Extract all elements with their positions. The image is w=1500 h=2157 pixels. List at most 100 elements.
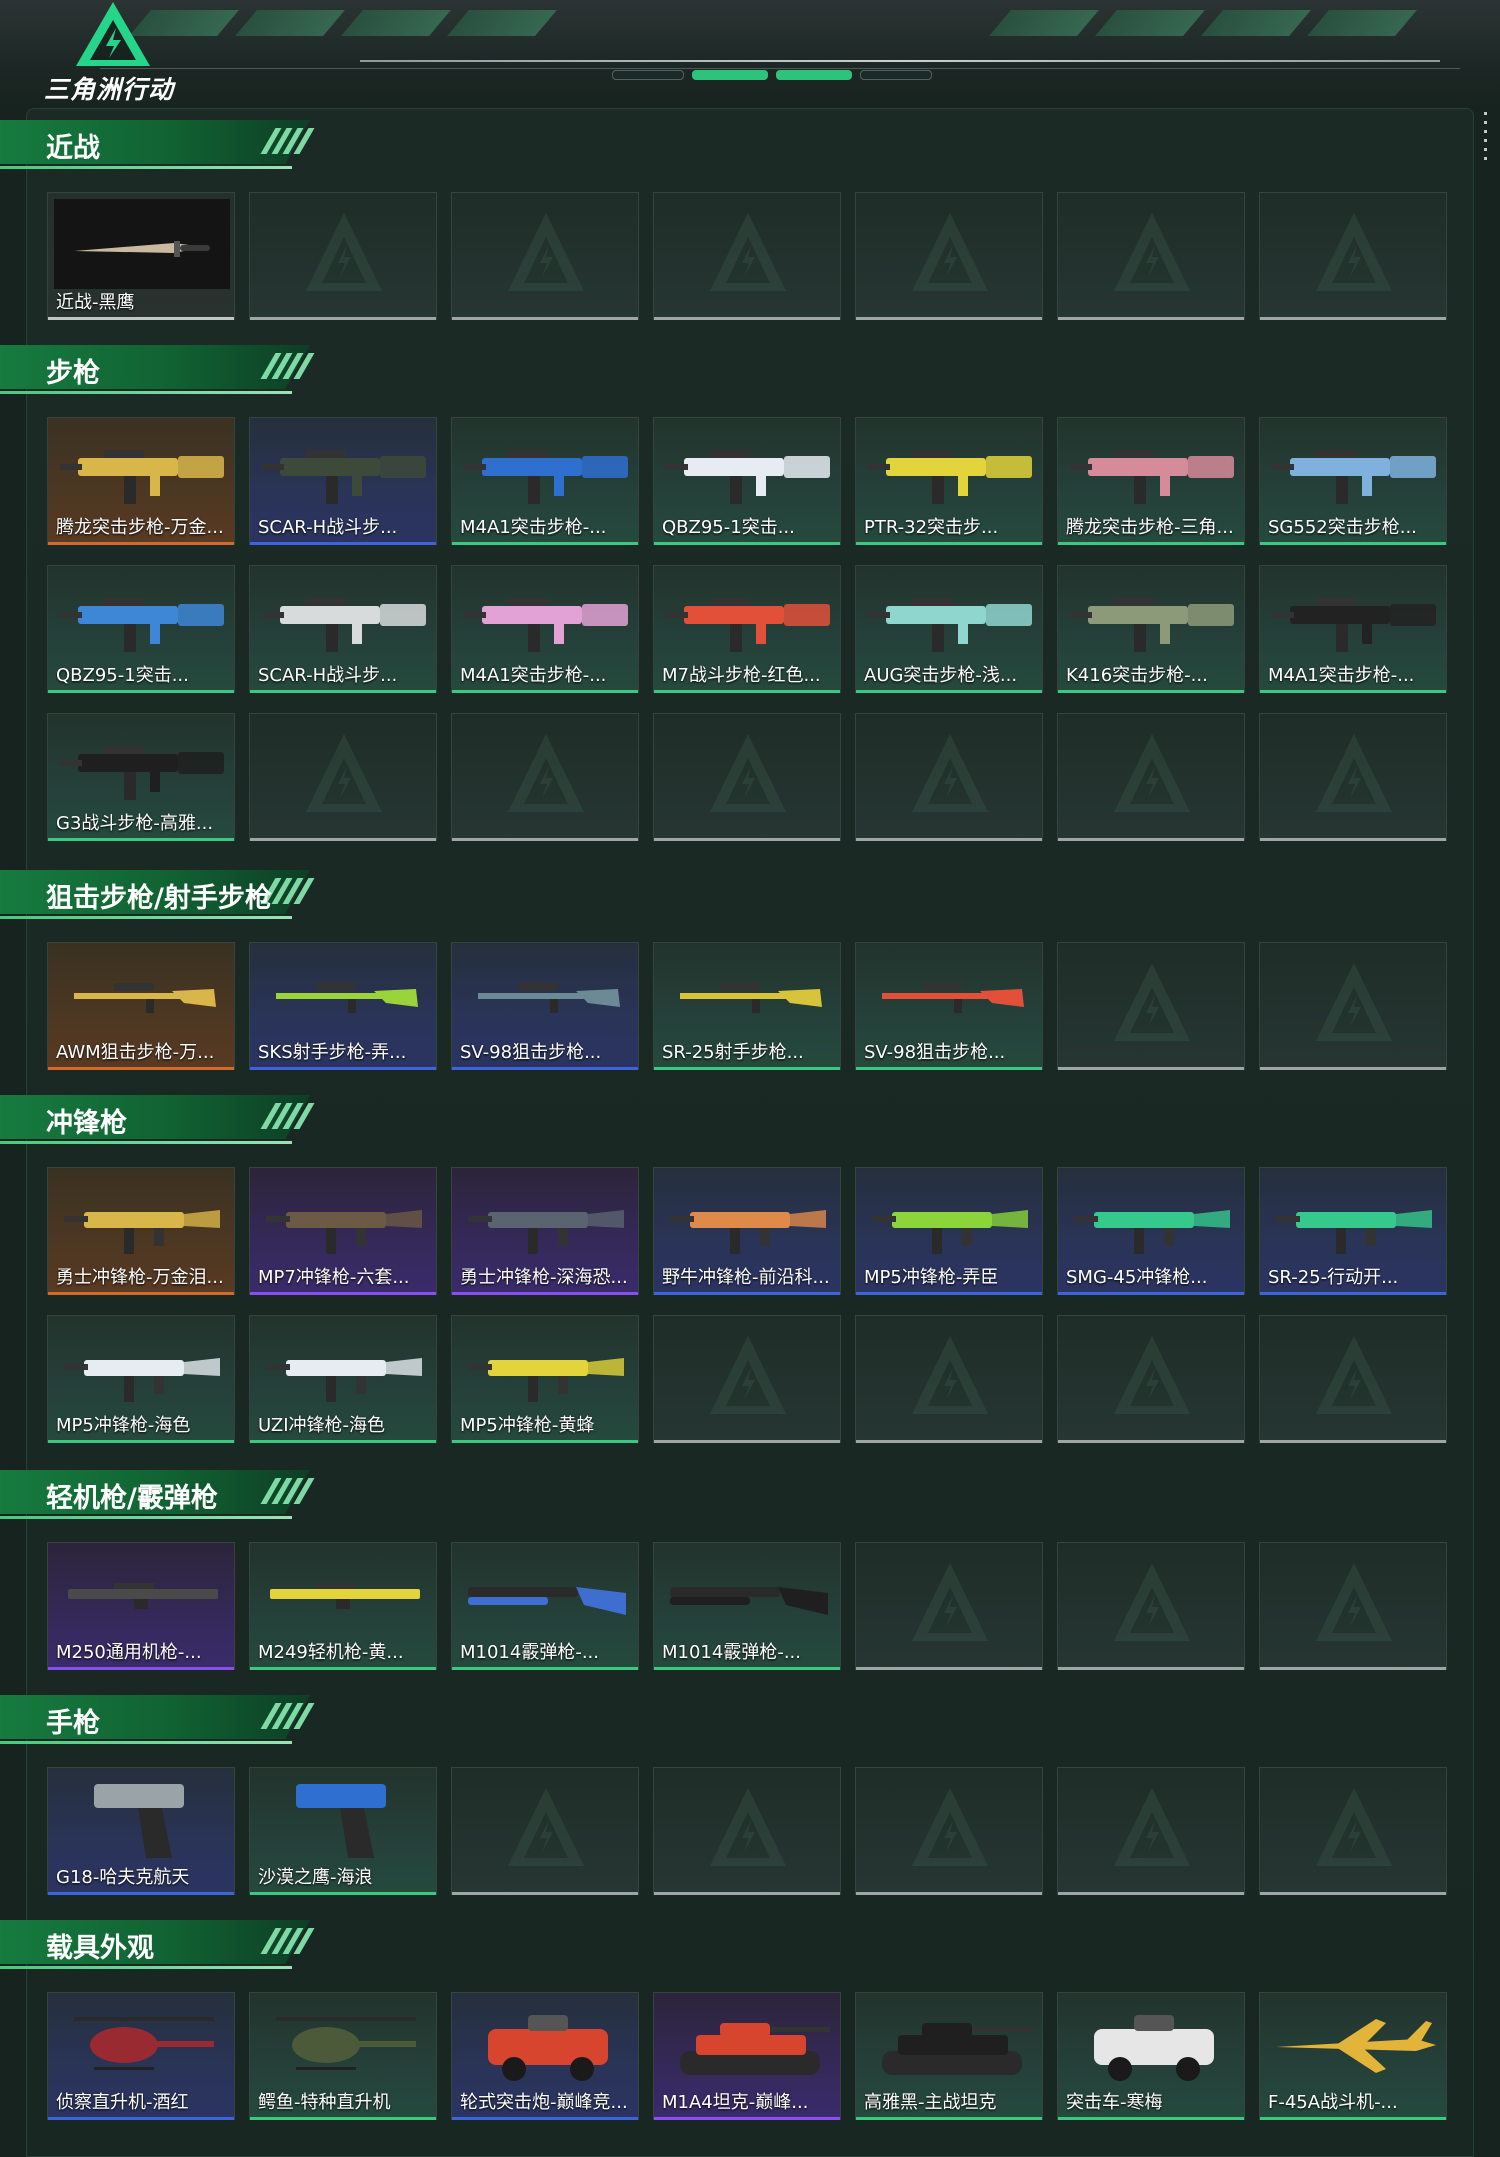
skin-card[interactable]: 腾龙突击步枪-三角... [1057, 417, 1245, 545]
skin-card[interactable]: 勇士冲锋枪-万金泪... [47, 1167, 235, 1295]
smg-icon [266, 1210, 422, 1254]
skin-card[interactable]: SG552突击步枪... [1259, 417, 1447, 545]
section-header-stripes [260, 1928, 315, 1954]
item-grid: 侦察直升机-酒红 鳄鱼-特种直升机 轮式突击炮-巅峰竞... M1A4坦克-巅峰...… [47, 1992, 1449, 2120]
skin-card[interactable]: SCAR-H战斗步... [249, 565, 437, 693]
quality-bar [1260, 542, 1446, 545]
skin-card[interactable]: 腾龙突击步枪-万金... [47, 417, 235, 545]
section-header-underline [0, 1141, 292, 1144]
header-divider [360, 60, 1440, 62]
skin-card[interactable]: M4A1突击步枪-... [451, 565, 639, 693]
quality-bar [48, 838, 234, 841]
placeholder-logo-icon [912, 734, 988, 812]
section-title: 手枪 [46, 1708, 100, 1739]
skin-name: K416突击步枪-... [1066, 665, 1208, 686]
quality-bar [856, 542, 1042, 545]
quality-bar [856, 1892, 1042, 1895]
skin-card[interactable]: 沙漠之鹰-海浪 [249, 1767, 437, 1895]
section-header: 狙击步枪/射手步枪 [0, 870, 330, 922]
skin-card[interactable]: F-45A战斗机-... [1259, 1992, 1447, 2120]
placeholder-logo-icon [1114, 1336, 1190, 1414]
skin-card[interactable]: PTR-32突击步... [855, 417, 1043, 545]
quality-bar [48, 1440, 234, 1443]
empty-slot [1057, 942, 1245, 1070]
skin-card[interactable]: SKS射手步枪-弄... [249, 942, 437, 1070]
skin-card[interactable]: M4A1突击步枪-... [451, 417, 639, 545]
skin-card[interactable]: SR-25射手步枪... [653, 942, 841, 1070]
empty-slot [855, 713, 1043, 841]
skin-card[interactable]: 近战-黑鹰 [47, 192, 235, 320]
placeholder-logo-icon [1114, 734, 1190, 812]
skin-card[interactable]: M1A4坦克-巅峰... [653, 1992, 841, 2120]
quality-bar [1260, 1292, 1446, 1295]
skin-name: 沙漠之鹰-海浪 [258, 1867, 373, 1888]
rifle-icon [262, 450, 426, 504]
skin-name: M4A1突击步枪-... [460, 517, 607, 538]
skin-card[interactable]: M1014霰弹枪-... [451, 1542, 639, 1670]
empty-slot [1057, 1542, 1245, 1670]
quality-bar [452, 1892, 638, 1895]
skin-card[interactable]: G18-哈夫克航天 [47, 1767, 235, 1895]
skin-card[interactable]: 鳄鱼-特种直升机 [249, 1992, 437, 2120]
skin-card[interactable]: M4A1突击步枪-... [1259, 565, 1447, 693]
skin-card[interactable]: M249轻机枪-黄... [249, 1542, 437, 1670]
empty-slot [1057, 1767, 1245, 1895]
quality-bar [48, 1667, 234, 1670]
skin-card[interactable]: AWM狙击步枪-万... [47, 942, 235, 1070]
skin-card[interactable]: G3战斗步枪-高雅... [47, 713, 235, 841]
page-dot[interactable] [692, 70, 768, 80]
skin-card[interactable]: SV-98狙击步枪... [855, 942, 1043, 1070]
skin-card[interactable]: 野牛冲锋枪-前沿科... [653, 1167, 841, 1295]
quality-bar [1058, 1667, 1244, 1670]
section-header-underline [0, 916, 292, 919]
jet-icon [1276, 2019, 1436, 2073]
skin-card[interactable]: UZI冲锋枪-海色 [249, 1315, 437, 1443]
skin-card[interactable]: 轮式突击炮-巅峰竞... [451, 1992, 639, 2120]
section-header: 冲锋枪 [0, 1095, 330, 1147]
smg-icon [468, 1210, 624, 1254]
placeholder-logo-icon [306, 734, 382, 812]
quality-bar [452, 690, 638, 693]
empty-slot [451, 192, 639, 320]
quality-bar [452, 542, 638, 545]
skin-card[interactable]: 高雅黑-主战坦克 [855, 1992, 1043, 2120]
page-dot[interactable] [776, 70, 852, 80]
quality-bar [250, 1892, 436, 1895]
logo-text: 三角洲行动 [44, 75, 175, 104]
skin-name: SG552突击步枪... [1268, 517, 1417, 538]
skin-card[interactable]: 勇士冲锋枪-深海恐... [451, 1167, 639, 1295]
skin-card[interactable]: QBZ95-1突击... [47, 565, 235, 693]
quality-bar [250, 1667, 436, 1670]
skin-card[interactable]: SV-98狙击步枪... [451, 942, 639, 1070]
skin-card[interactable]: MP5冲锋枪-海色 [47, 1315, 235, 1443]
section-title: 步枪 [46, 358, 100, 389]
quality-bar [250, 2117, 436, 2120]
item-grid: G18-哈夫克航天 沙漠之鹰-海浪 [47, 1767, 1449, 1895]
skin-name: M4A1突击步枪-... [460, 665, 607, 686]
skin-name: 突击车-寒梅 [1066, 2092, 1163, 2113]
skin-card[interactable]: K416突击步枪-... [1057, 565, 1245, 693]
skin-card[interactable]: MP7冲锋枪-六套... [249, 1167, 437, 1295]
page-indicator[interactable] [612, 70, 932, 80]
skin-card[interactable]: AUG突击步枪-浅... [855, 565, 1043, 693]
skin-card[interactable]: 突击车-寒梅 [1057, 1992, 1245, 2120]
skin-card[interactable]: MP5冲锋枪-弄臣 [855, 1167, 1043, 1295]
placeholder-logo-icon [1316, 1336, 1392, 1414]
quality-bar [48, 1292, 234, 1295]
skin-card[interactable]: SMG-45冲锋枪... [1057, 1167, 1245, 1295]
section-title: 轻机枪/霰弹枪 [46, 1483, 218, 1514]
section-title: 狙击步枪/射手步枪 [46, 883, 272, 914]
section: 步枪腾龙突击步枪-万金... SCAR-H战斗步... M4A1突击步枪-... QB… [0, 345, 1500, 861]
skin-card[interactable]: QBZ95-1突击... [653, 417, 841, 545]
skin-card[interactable]: M7战斗步枪-红色... [653, 565, 841, 693]
skin-card[interactable]: M250通用机枪-... [47, 1542, 235, 1670]
skin-card[interactable]: MP5冲锋枪-黄蜂 [451, 1315, 639, 1443]
skin-card[interactable]: SR-25-行动开... [1259, 1167, 1447, 1295]
page-dot[interactable] [612, 70, 684, 80]
skin-card[interactable]: 侦察直升机-酒红 [47, 1992, 235, 2120]
skin-name: 侦察直升机-酒红 [56, 2092, 189, 2113]
quality-bar [452, 2117, 638, 2120]
page-dot[interactable] [860, 70, 932, 80]
skin-card[interactable]: SCAR-H战斗步... [249, 417, 437, 545]
skin-card[interactable]: M1014霰弹枪-... [653, 1542, 841, 1670]
